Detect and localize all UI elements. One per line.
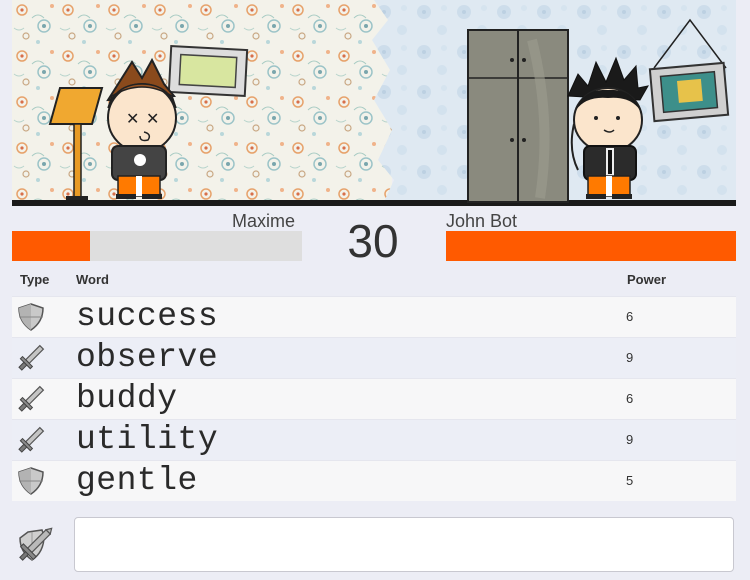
power-value: 9 [626, 432, 634, 447]
player-health-fill [12, 231, 91, 261]
shield-icon [16, 302, 46, 332]
power-value: 6 [626, 391, 634, 406]
word-row[interactable]: gentle 5 [12, 460, 736, 501]
svg-text:✕: ✕ [126, 109, 139, 128]
word-row[interactable]: success 6 [12, 296, 736, 337]
column-header-power: Power [627, 272, 667, 287]
player-name: Maxime [232, 211, 296, 231]
sword-icon [16, 384, 46, 414]
word-text: buddy [76, 380, 178, 417]
column-header-word: Word [76, 272, 109, 287]
power-value: 9 [626, 350, 634, 365]
round-timer: 30 [347, 215, 399, 267]
opponent-health-bar [446, 231, 736, 261]
word-row[interactable]: buddy 6 [12, 378, 736, 419]
word-input[interactable] [74, 517, 734, 572]
column-header-type: Type [20, 272, 50, 287]
word-row[interactable]: utility 9 [12, 419, 736, 460]
word-text: gentle [76, 462, 198, 499]
battle-scene: ✕ ✕ [12, 0, 736, 206]
word-text: utility [76, 421, 219, 458]
power-value: 6 [626, 309, 634, 324]
word-table-header: Type Word Power [0, 268, 750, 292]
word-text: observe [76, 339, 219, 376]
player-health-bar [12, 231, 302, 261]
word-table: success 6 observe 9 buddy 6 utility 9 gentle 5 [12, 296, 736, 501]
opponent-name: John Bot [446, 211, 518, 231]
shield-icon [16, 466, 46, 496]
sword-icon [16, 425, 46, 455]
opponent-health-fill [446, 231, 736, 261]
wardrobe [467, 29, 569, 203]
word-text: success [76, 298, 219, 335]
svg-text:✕: ✕ [146, 109, 159, 128]
power-value: 5 [626, 473, 634, 488]
sword-shield-icon [12, 524, 54, 566]
word-row[interactable]: observe 9 [12, 337, 736, 378]
sword-icon [16, 343, 46, 373]
